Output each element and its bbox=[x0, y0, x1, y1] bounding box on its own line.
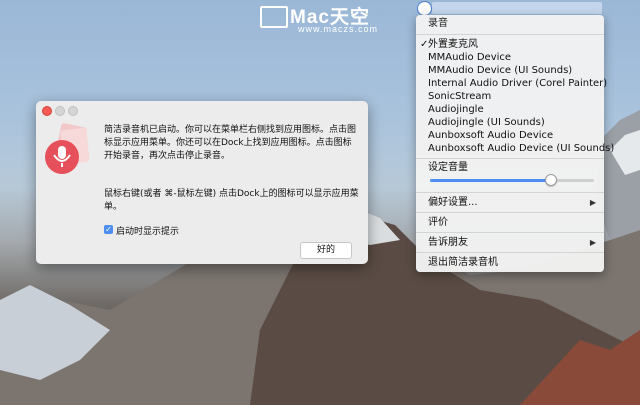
menu-separator bbox=[416, 212, 604, 213]
menu-bar-highlight bbox=[432, 2, 602, 14]
menu-separator bbox=[416, 252, 604, 253]
menu-separator bbox=[416, 34, 604, 35]
show-tips-label: 启动时显示提示 bbox=[116, 227, 180, 237]
submenu-arrow-icon: ▶ bbox=[589, 198, 596, 207]
menu-label-volume: 设定音量 bbox=[428, 162, 468, 173]
dialog-hint: 鼠标右键(或者 ⌘-鼠标左键) 点击Dock上的图标可以显示应用菜单。 bbox=[104, 189, 359, 212]
monitor-icon bbox=[260, 6, 288, 28]
app-menu: 录音 ✓ 外置麦克风 MMAudio Device MMAudio Device… bbox=[416, 15, 614, 272]
menu-item-rate[interactable]: 评价 bbox=[416, 215, 604, 230]
volume-slider-fill bbox=[430, 179, 550, 182]
menu-item-device-8[interactable]: Aunboxsoft Audio Device (UI Sounds) bbox=[416, 141, 614, 156]
menu-item-quit[interactable]: 退出简洁录音机 bbox=[416, 255, 604, 270]
ok-button[interactable]: 好的 bbox=[300, 242, 352, 259]
menu-header-recording: 录音 bbox=[428, 18, 448, 29]
menu-separator bbox=[416, 232, 604, 233]
show-tips-checkbox[interactable]: ✓ bbox=[104, 225, 113, 234]
menu-separator bbox=[416, 192, 604, 193]
menu-item-tell-friends[interactable]: 告诉朋友 ▶ bbox=[416, 235, 604, 250]
watermark-logo: Mac天空 www.maczs.com bbox=[256, 2, 388, 36]
zoom-button[interactable] bbox=[68, 106, 78, 116]
close-button[interactable] bbox=[42, 106, 52, 116]
dialog-message: 简洁录音机已启动。你可以在菜单栏右侧找到应用图标。点击图标显示应用菜单。你还可以… bbox=[104, 125, 357, 161]
recorder-tray-icon[interactable] bbox=[417, 1, 432, 16]
menu-separator bbox=[416, 158, 604, 159]
volume-slider-knob[interactable] bbox=[544, 174, 557, 186]
volume-slider-track[interactable] bbox=[430, 179, 594, 182]
menu-item-preferences[interactable]: 偏好设置... ▶ bbox=[416, 195, 604, 210]
welcome-dialog: 简洁录音机已启动。你可以在菜单栏右侧找到应用图标。点击图标显示应用菜单。你还可以… bbox=[36, 101, 368, 264]
submenu-arrow-icon: ▶ bbox=[589, 238, 596, 247]
microphone-app-icon bbox=[45, 123, 90, 174]
minimize-button[interactable] bbox=[55, 106, 65, 116]
